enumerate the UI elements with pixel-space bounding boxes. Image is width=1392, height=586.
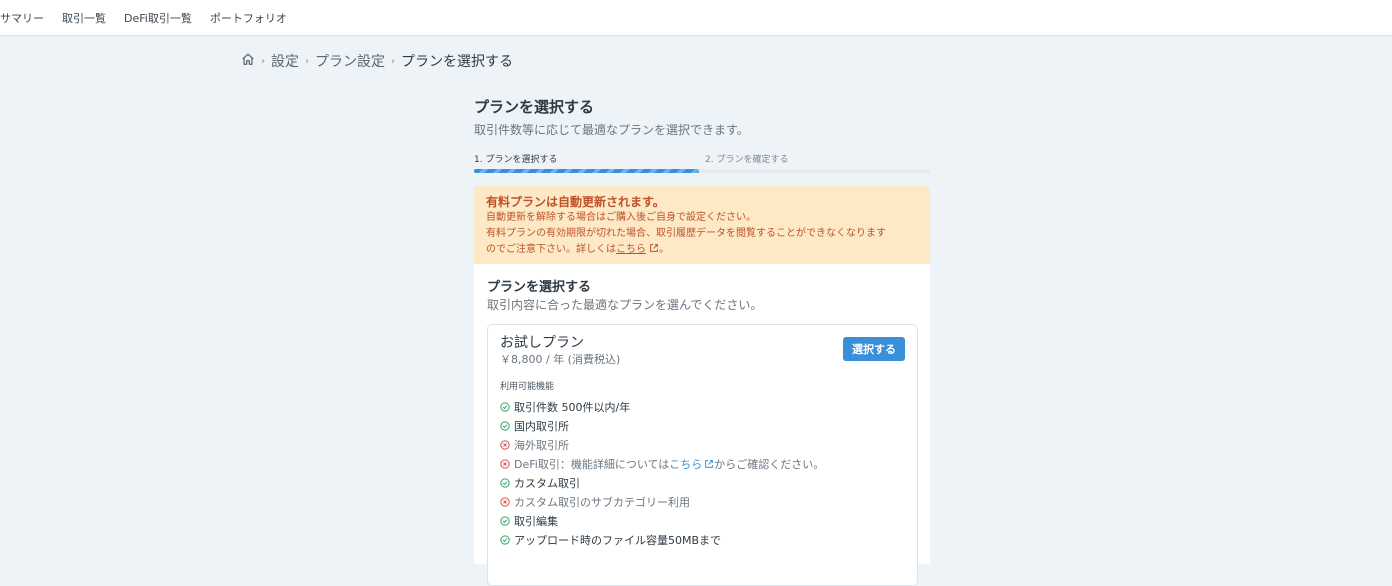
external-link-icon [705, 459, 714, 468]
home-icon[interactable] [241, 52, 255, 70]
feature-item: 国内取引所 [500, 416, 824, 435]
panel-title: プランを選択する [487, 280, 592, 295]
top-bar: サマリー 取引一覧 DeFi取引一覧 ポートフォリオ [0, 0, 1392, 36]
page-subtitle: 取引件数等に応じて最適なプランを選択できます。 [474, 123, 749, 137]
cross-circle-icon [500, 458, 510, 469]
step-confirm-plan: 2. プランを確定する [705, 155, 789, 165]
breadcrumb-current: プランを選択する [401, 54, 513, 70]
cross-circle-icon [500, 496, 510, 507]
plan-price: ￥8,800 / 年 (消費税込) [500, 353, 621, 366]
alert-title: 有料プランは自動更新されます。 [486, 195, 665, 209]
external-link-icon [650, 244, 658, 252]
step-progress-fill [474, 169, 699, 173]
panel-subtitle: 取引内容に合った最適なプランを選んでください。 [487, 298, 763, 312]
auto-renew-alert: 有料プランは自動更新されます。 自動更新を解除する場合はご購入後ご自身で設定くだ… [474, 186, 930, 264]
plan-select-panel: プランを選択する 取引内容に合った最適なプランを選んでください。 お試しプラン … [474, 264, 930, 586]
feature-item: カスタム取引のサブカテゴリー利用 [500, 492, 824, 511]
stepper: 1. プランを選択する 2. プランを確定する [474, 152, 930, 174]
check-circle-icon [500, 477, 510, 488]
select-plan-button[interactable]: 選択する [843, 337, 905, 361]
nav-summary[interactable]: サマリー [0, 10, 44, 26]
plan-name: お試しプラン [500, 335, 584, 351]
features-label: 利用可能機能 [500, 382, 555, 392]
alert-line: のでご注意下さい。詳しくはこちら。 [486, 244, 669, 255]
feature-item: カスタム取引 [500, 473, 824, 492]
breadcrumb-separator: › [261, 55, 265, 67]
breadcrumb-separator: › [391, 55, 395, 67]
nav-defi-transactions[interactable]: DeFi取引一覧 [124, 10, 192, 26]
feature-list: 取引件数 500件以内/年 国内取引所 海外取引所 DeFi取引：機能詳細につい… [500, 397, 824, 549]
feature-item: DeFi取引：機能詳細については こちら からご確認ください。 [500, 454, 824, 473]
breadcrumb-settings[interactable]: 設定 [271, 51, 299, 71]
breadcrumb-plan-settings[interactable]: プラン設定 [315, 51, 385, 71]
breadcrumb: › 設定 › プラン設定 › プランを選択する [241, 51, 513, 71]
feature-item: 取引件数 500件以内/年 [500, 397, 824, 416]
step-select-plan: 1. プランを選択する [474, 155, 558, 165]
alert-details-link[interactable]: こちら [616, 244, 646, 255]
breadcrumb-separator: › [305, 55, 309, 67]
feature-item: 取引編集 [500, 511, 824, 530]
defi-details-link[interactable]: こちら [669, 456, 702, 472]
plan-card-trial: お試しプラン ￥8,800 / 年 (消費税込) 選択する 利用可能機能 取引件… [487, 324, 918, 586]
page-title: プランを選択する [474, 98, 595, 116]
feature-item: 海外取引所 [500, 435, 824, 454]
alert-line: 有料プランの有効期限が切れた場合、取引履歴データを閲覧することができなくなります [486, 228, 886, 239]
check-circle-icon [500, 515, 510, 526]
feature-item: アップロード時のファイル容量50MBまで [500, 530, 824, 549]
main-content: プランを選択する 取引件数等に応じて最適なプランを選択できます。 1. プランを… [474, 96, 930, 586]
check-circle-icon [500, 420, 510, 431]
top-nav: サマリー 取引一覧 DeFi取引一覧 ポートフォリオ [0, 10, 305, 26]
check-circle-icon [500, 534, 510, 545]
nav-transactions[interactable]: 取引一覧 [62, 10, 106, 26]
check-circle-icon [500, 401, 510, 412]
alert-line: 自動更新を解除する場合はご購入後ご自身で設定ください。 [486, 212, 756, 223]
cross-circle-icon [500, 439, 510, 450]
nav-portfolio[interactable]: ポートフォリオ [210, 10, 287, 26]
step-progress-track [474, 169, 930, 173]
